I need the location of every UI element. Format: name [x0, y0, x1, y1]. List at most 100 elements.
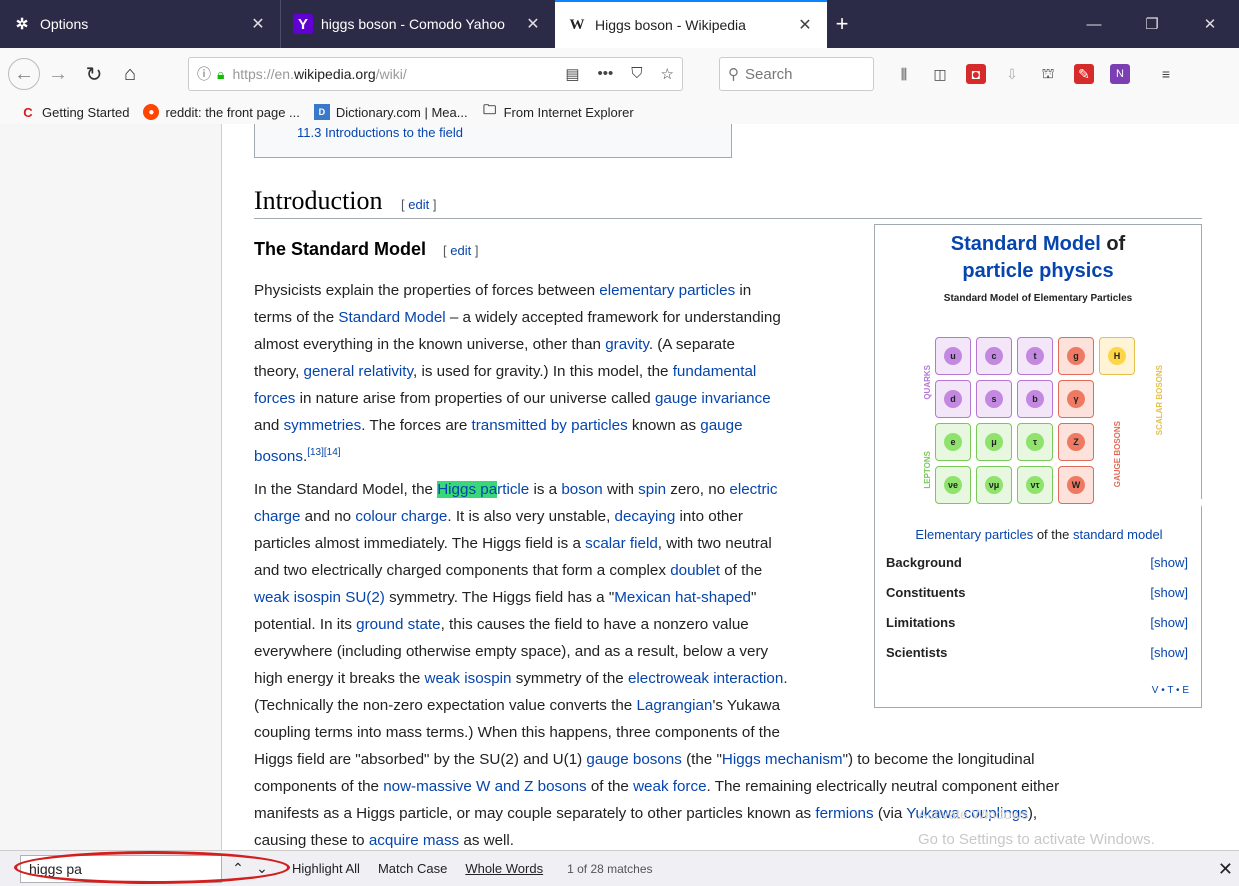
article-link[interactable]: charge	[254, 508, 300, 525]
toc-item[interactable]: 11.3 Introductions to the field	[297, 125, 463, 140]
tab-wikipedia[interactable]: W Higgs boson - Wikipedia ✕	[555, 0, 827, 48]
tab-yahoo-search[interactable]: Y higgs boson - Comodo Yahoo ✕	[280, 0, 555, 48]
info-icon[interactable]: ⓘ	[197, 64, 211, 84]
show-toggle[interactable]: [show]	[1150, 555, 1188, 570]
page-actions-icon[interactable]: •••	[598, 65, 614, 83]
citation[interactable]: [13][14]	[307, 447, 340, 458]
close-icon[interactable]: ✕	[795, 15, 815, 35]
article-link[interactable]: gauge invariance	[655, 390, 771, 407]
article-link[interactable]: boson	[561, 481, 602, 498]
highlight-all-checkbox[interactable]: Highlight All	[292, 861, 360, 876]
article-link[interactable]: weak isospin	[425, 670, 512, 687]
url-bar[interactable]: ⓘ 🔒︎ https://en.wikipedia.org/wiki/ ▤ ••…	[188, 57, 683, 91]
edit-link[interactable]: [ edit ]	[443, 243, 478, 258]
article-link[interactable]: now-massive W and Z bosons	[383, 778, 586, 795]
bookmark-folder-ie[interactable]: 🗀 From Internet Explorer	[482, 102, 634, 120]
tab-options[interactable]: ✲ Options ✕	[0, 0, 280, 48]
bookmark-dictionary[interactable]: D Dictionary.com | Mea...	[313, 104, 468, 120]
reload-button[interactable]: ↻	[76, 57, 112, 91]
find-next-button[interactable]: ⌄	[250, 855, 274, 883]
article-link[interactable]: electric	[729, 481, 777, 498]
download-icon[interactable]: ⇩	[1002, 64, 1022, 84]
sidebar-icon[interactable]: ◫	[930, 64, 950, 84]
reader-view-icon[interactable]: ▤	[565, 65, 579, 83]
pocket-extension-icon[interactable]: ◘	[966, 64, 986, 84]
back-button[interactable]: ←	[8, 58, 40, 90]
text-run: "	[751, 589, 757, 606]
pocket-icon[interactable]: ⛉	[631, 65, 642, 83]
article-link[interactable]: symmetries	[284, 417, 362, 434]
article-link[interactable]: doublet	[670, 562, 720, 579]
yahoo-icon: Y	[293, 14, 313, 34]
show-toggle[interactable]: [show]	[1150, 645, 1188, 660]
minimize-icon[interactable]: —	[1065, 16, 1123, 33]
particle-grid[interactable]: u c t g Hd s b γ e μ τ Zνe νμ ντ W	[935, 337, 1135, 504]
restore-icon[interactable]: ❐	[1123, 15, 1181, 33]
text-run: symmetry of the	[511, 670, 628, 687]
menu-icon[interactable]: ≡	[1156, 64, 1176, 84]
find-previous-button[interactable]: ⌃	[226, 855, 250, 883]
tab-title: Higgs boson - Wikipedia	[595, 17, 746, 33]
library-icon[interactable]: ⫼	[894, 64, 914, 84]
particle-symbol: d	[944, 390, 962, 408]
vte-links[interactable]: V • T • E	[1152, 685, 1189, 696]
pen-extension-icon[interactable]: ✎	[1074, 64, 1094, 84]
find-highlight[interactable]: Higgs pa	[437, 481, 498, 498]
article-link[interactable]: Standard Model	[338, 309, 445, 326]
article-link[interactable]: acquire mass	[369, 832, 459, 849]
caption-link[interactable]: Elementary particles	[915, 527, 1033, 542]
article-link[interactable]: bosons	[254, 448, 303, 465]
article-link[interactable]: scalar field	[585, 535, 658, 552]
article-link[interactable]: weak force	[633, 778, 706, 795]
article-link[interactable]: fundamental	[673, 363, 757, 380]
particle-Z-boson: Z	[1058, 423, 1094, 461]
article-link[interactable]: elementary particles	[599, 282, 735, 299]
article-link[interactable]: decaying	[615, 508, 676, 525]
home-button[interactable]: ⌂	[112, 57, 148, 91]
extension-icon[interactable]: ⛫	[1038, 64, 1058, 84]
particle-higgs: H	[1099, 337, 1135, 375]
article-link[interactable]: gauge	[700, 417, 742, 434]
article-link[interactable]: transmitted by particles	[472, 417, 628, 434]
article-link[interactable]: weak isospin	[254, 589, 341, 606]
close-icon[interactable]: ✕	[1218, 859, 1233, 880]
caption-link[interactable]: standard model	[1073, 527, 1163, 542]
bookmark-star-icon[interactable]: ☆	[661, 65, 674, 83]
new-tab-button[interactable]: +	[827, 0, 857, 48]
bookmark-reddit[interactable]: ● reddit: the front page ...	[143, 104, 300, 120]
article-link[interactable]: Higgs mechanism	[722, 751, 843, 768]
close-icon[interactable]: ✕	[523, 14, 543, 34]
article-link[interactable]: Lagrangian	[636, 697, 712, 714]
article-link[interactable]: colour charge	[355, 508, 447, 525]
particle-muon: μ	[976, 423, 1012, 461]
url-text: https://en.wikipedia.org/wiki/	[232, 66, 407, 82]
navbox-title-link[interactable]: particle physics	[962, 260, 1113, 282]
article-link[interactable]: SU(2)	[345, 589, 385, 606]
article-link[interactable]: fermions	[815, 805, 873, 822]
article-link[interactable]: spin	[638, 481, 666, 498]
show-toggle[interactable]: [show]	[1150, 615, 1188, 630]
article-link[interactable]: general relativity	[304, 363, 413, 380]
bookmark-getting-started[interactable]: C Getting Started	[20, 104, 129, 120]
edit-link[interactable]: [ edit ]	[401, 197, 436, 212]
article-link[interactable]: gauge bosons	[586, 751, 681, 768]
find-input[interactable]: higgs pa	[20, 854, 222, 883]
match-case-checkbox[interactable]: Match Case	[378, 861, 447, 876]
particle-symbol: b	[1026, 390, 1044, 408]
find-bar: higgs pa ⌃ ⌄ Highlight All Match Case Wh…	[0, 850, 1239, 886]
close-icon[interactable]: ✕	[248, 14, 268, 34]
onenote-icon[interactable]: N	[1110, 64, 1130, 84]
show-toggle[interactable]: [show]	[1150, 585, 1188, 600]
article-link[interactable]: gravity	[605, 336, 649, 353]
article-link[interactable]: forces	[254, 390, 295, 407]
article-link[interactable]: rticle	[497, 481, 529, 498]
text-run: theory,	[254, 363, 304, 380]
article-link[interactable]: electroweak interaction	[628, 670, 783, 687]
whole-words-checkbox[interactable]: Whole Words	[465, 861, 543, 876]
forward-button[interactable]: →	[40, 57, 76, 91]
close-window-icon[interactable]: ✕	[1181, 15, 1239, 33]
navbox-title-link[interactable]: Standard Model	[951, 233, 1101, 255]
search-input[interactable]: ⚲ Search	[719, 57, 874, 91]
article-link[interactable]: ground state	[356, 616, 440, 633]
article-link[interactable]: Mexican hat-shaped	[614, 589, 751, 606]
